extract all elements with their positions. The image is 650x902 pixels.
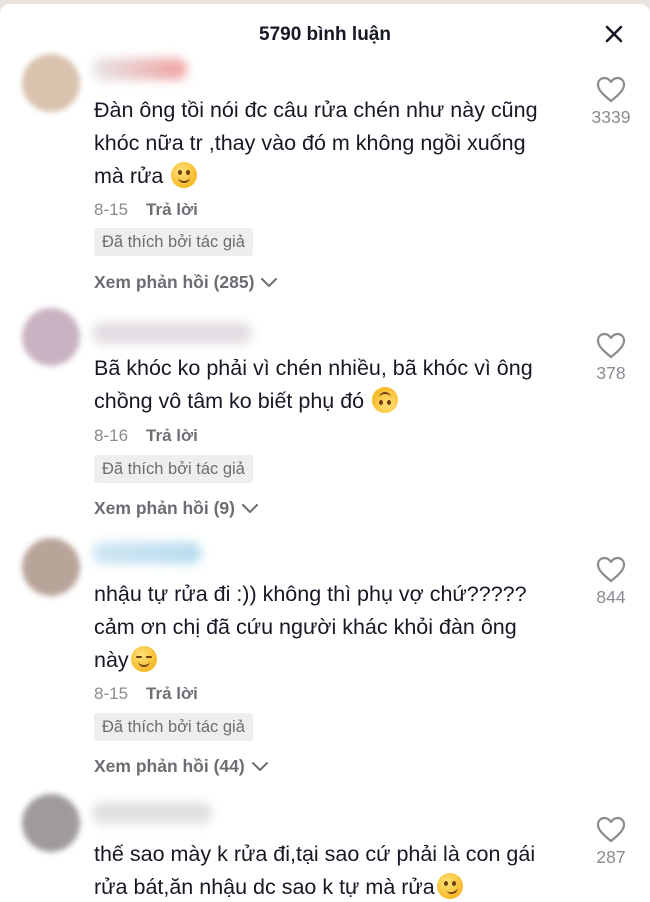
heart-icon bbox=[596, 332, 626, 359]
comment-line: chồng vô tâm ko biết phụ đó bbox=[94, 389, 365, 413]
comment-date: 8-15 bbox=[94, 684, 129, 703]
comment-text: Bã khóc ko phải vì chén nhiều, bã khóc v… bbox=[94, 352, 584, 418]
view-replies-label: Xem phản hồi (9) bbox=[94, 498, 235, 518]
slightly-smiling-face-icon bbox=[171, 162, 198, 188]
chevron-down-icon bbox=[251, 761, 268, 771]
avatar[interactable] bbox=[22, 794, 80, 852]
comment-text: Đàn ông tồi nói đc câu rửa chén như này … bbox=[94, 94, 584, 193]
liked-by-author-badge: Đã thích bởi tác giả bbox=[94, 455, 253, 483]
comment-line: rửa bát,ăn nhậu dc sao k tự mà rửa bbox=[94, 875, 435, 899]
reply-button[interactable]: Trả lời bbox=[146, 684, 198, 703]
avatar[interactable] bbox=[22, 538, 80, 596]
like-button[interactable]: 287 bbox=[586, 816, 636, 868]
heart-icon bbox=[596, 816, 626, 843]
relieved-face-icon bbox=[130, 646, 157, 672]
upside-down-face-icon bbox=[372, 387, 399, 413]
heart-icon bbox=[596, 76, 626, 103]
chevron-down-icon bbox=[261, 277, 278, 287]
comment-line: Đàn ông tồi nói đc câu rửa chén như này … bbox=[94, 98, 538, 122]
comment-line: cảm ơn chị đã cứu người khác khỏi đàn ôn… bbox=[94, 615, 517, 639]
view-replies-button[interactable]: Xem phản hồi (44) bbox=[94, 756, 269, 777]
comment-line: thế sao mày k rửa đi,tại sao cứ phải là … bbox=[94, 842, 536, 866]
reply-button[interactable]: Trả lời bbox=[146, 426, 198, 445]
liked-by-author-badge: Đã thích bởi tác giả bbox=[94, 228, 253, 256]
comment-meta: 8-15 Trả lời bbox=[94, 684, 198, 704]
comment-line: nhậu tự rửa đi :)) không thì phụ vợ chứ?… bbox=[94, 582, 527, 606]
comment-line: Bã khóc ko phải vì chén nhiều, bã khóc v… bbox=[94, 356, 533, 380]
reply-button[interactable]: Trả lời bbox=[146, 200, 198, 219]
like-count: 287 bbox=[596, 847, 626, 867]
username-blurred[interactable] bbox=[92, 542, 202, 564]
username-blurred[interactable] bbox=[92, 58, 187, 80]
like-button[interactable]: 3339 bbox=[586, 76, 636, 128]
comment-meta: 8-15 Trả lời bbox=[94, 200, 198, 220]
heart-icon bbox=[596, 556, 626, 583]
comment-meta: 8-16 Trả lời bbox=[94, 426, 198, 446]
avatar[interactable] bbox=[22, 54, 80, 112]
comment-line: khóc nữa tr ,thay vào đó m không ngồi xu… bbox=[94, 131, 526, 155]
comment-line: này bbox=[94, 648, 129, 672]
close-icon[interactable] bbox=[600, 20, 628, 48]
comment-line: mà rửa bbox=[94, 164, 164, 188]
comments-count-title: 5790 bình luận bbox=[259, 24, 391, 45]
avatar[interactable] bbox=[22, 308, 80, 366]
chevron-down-icon bbox=[241, 503, 258, 513]
like-count: 844 bbox=[596, 587, 626, 607]
like-count: 3339 bbox=[591, 107, 631, 127]
view-replies-label: Xem phản hồi (44) bbox=[94, 756, 245, 776]
like-count: 378 bbox=[596, 363, 626, 383]
view-replies-button[interactable]: Xem phản hồi (285) bbox=[94, 272, 278, 293]
like-button[interactable]: 844 bbox=[586, 556, 636, 608]
username-blurred[interactable] bbox=[92, 322, 252, 344]
smirking-face-icon bbox=[436, 873, 463, 899]
comments-sheet: 5790 bình luận Đàn ông tồi nói đc câu rử… bbox=[0, 4, 650, 902]
view-replies-button[interactable]: Xem phản hồi (9) bbox=[94, 498, 259, 519]
comments-header: 5790 bình luận bbox=[0, 4, 650, 62]
liked-by-author-badge: Đã thích bởi tác giả bbox=[94, 713, 253, 741]
view-replies-label: Xem phản hồi (285) bbox=[94, 272, 255, 292]
comment-text: thế sao mày k rửa đi,tại sao cứ phải là … bbox=[94, 838, 584, 902]
comment-text: nhậu tự rửa đi :)) không thì phụ vợ chứ?… bbox=[94, 578, 584, 677]
username-blurred[interactable] bbox=[92, 802, 212, 824]
comment-date: 8-15 bbox=[94, 200, 129, 219]
comment-date: 8-16 bbox=[94, 426, 129, 445]
like-button[interactable]: 378 bbox=[586, 332, 636, 384]
